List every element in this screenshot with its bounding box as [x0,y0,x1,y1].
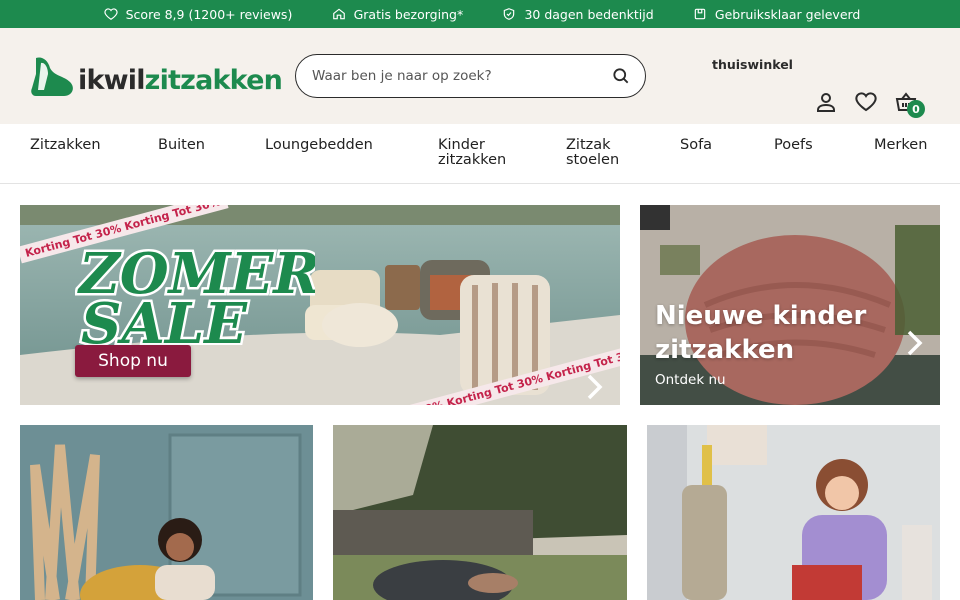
cart-count-badge: 0 [907,100,925,118]
nav-item-sofa[interactable]: Sofa [680,137,712,153]
zomer-sale-logo: ZOMER SALE [75,239,315,346]
nav-item-zitzak-stoelen[interactable]: Zitzak stoelen [566,137,636,168]
search-input[interactable] [312,68,611,84]
usp-ready[interactable]: Gebruiksklaar geleverd [693,7,860,22]
nav-item-merken[interactable]: Merken [874,137,927,153]
category-tile-3[interactable] [647,425,940,600]
category-tile-1[interactable] [20,425,313,600]
usp-delivery[interactable]: Gratis bezorging* [332,6,464,22]
user-icon [817,93,835,112]
logo-part-1: ikwil [78,65,145,96]
logo-part-2: zitzakken [144,65,283,96]
cart-button[interactable]: 0 [894,90,925,118]
hero-banner-zomer-sale[interactable]: Korting Tot 30% Korting Tot 30% 30% Kort… [20,205,620,405]
usp-text: Gebruiksklaar geleverd [714,6,861,22]
house-icon [332,8,345,20]
chevron-right-icon[interactable] [904,329,926,357]
nav-item-poefs[interactable]: Poefs [774,137,813,153]
category-tile-2[interactable] [333,425,627,600]
account-button[interactable] [814,90,838,114]
search-icon[interactable] [611,66,631,86]
logo-text: ikwilzitzakken [78,65,283,96]
heart-icon [855,92,877,112]
hero-title-line2: SALE [81,291,248,345]
logo[interactable]: ikwilzitzakken [30,54,283,98]
wishlist-button[interactable] [854,90,878,114]
nav-item-zitzakken[interactable]: Zitzakken [30,137,101,153]
beanbag-logo-icon [31,57,73,96]
nav-item-buiten[interactable]: Buiten [158,137,205,153]
box-icon [694,8,706,20]
usp-text: 30 dagen bedenktijd [524,6,654,22]
kids-beanbag-banner[interactable]: Nieuwe kinder zitzakken Ontdek nu [640,205,940,405]
tile-photo-woman-beanbag [20,425,313,600]
header: ikwilzitzakken thuiswinkel waarborg 0 [0,28,960,249]
usp-text: Score 8,9 (1200+ reviews) [125,6,293,22]
usp-text: Gratis bezorging* [353,6,464,22]
tile-photo-outdoor-garden [333,425,627,600]
main-nav: Zitzakken Buiten Loungebedden Kinder zit… [0,124,960,184]
tile-photo-girl-reading [647,425,940,600]
nav-item-kinder-zitzakken[interactable]: Kinder zitzakken [438,137,518,168]
nav-item-loungebedden[interactable]: Loungebedden [265,137,373,153]
kids-cta-link[interactable]: Ontdek nu [655,372,726,388]
kids-title-line2: zitzakken [655,334,795,365]
kids-title: Nieuwe kinder zitzakken [655,300,866,368]
chevron-right-icon[interactable] [584,373,606,401]
usp-return[interactable]: 30 dagen bedenktijd [502,6,654,22]
usp-bar: Score 8,9 (1200+ reviews) Gratis bezorgi… [0,0,960,28]
usp-reviews[interactable]: Score 8,9 (1200+ reviews) [104,6,293,22]
shield-icon [504,8,515,20]
heart-icon [104,8,118,20]
search-bar [295,54,646,98]
shop-now-button[interactable]: Shop nu [75,345,191,377]
kids-title-line1: Nieuwe kinder [655,301,867,331]
